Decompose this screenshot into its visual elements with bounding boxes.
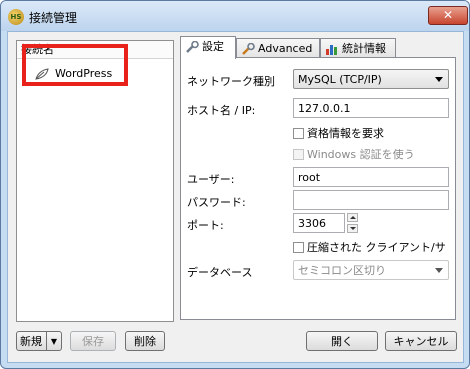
tab-settings-label: 設定 <box>202 40 224 53</box>
host-label: ホスト名 / IP: <box>187 104 256 117</box>
tab-settings[interactable]: 設定 <box>180 36 236 59</box>
compressed-protocol-label: 圧縮された クライアント/サ <box>307 241 446 254</box>
bar-chart-icon <box>326 45 337 55</box>
connection-manager-window: HS 接続管理 ✕ 接続名 WordPress 新規 ▼ 保存 削除 設定 Ad… <box>0 0 470 369</box>
open-button[interactable]: 開く <box>306 331 378 351</box>
user-input[interactable]: root <box>293 167 449 187</box>
chevron-up-icon[interactable] <box>347 213 358 222</box>
password-label: パスワード: <box>187 196 246 209</box>
tab-statistics-label: 統計情報 <box>342 42 386 55</box>
settings-panel: ネットワーク種別 MySQL (TCP/IP) ホスト名 / IP: 127.0… <box>180 57 456 320</box>
dialog-body: 接続名 WordPress 新規 ▼ 保存 削除 設定 Advanced 統計情… <box>7 31 464 363</box>
network-type-label: ネットワーク種別 <box>187 75 275 88</box>
database-placeholder: セミコロン区切り <box>298 264 386 277</box>
database-select[interactable]: セミコロン区切り <box>293 260 449 280</box>
windows-auth-checkbox[interactable]: Windows 認証を使う <box>293 146 415 162</box>
new-button[interactable]: 新規 ▼ <box>16 331 62 351</box>
highlight-box <box>22 44 128 86</box>
checkbox-box <box>293 242 304 253</box>
port-stepper[interactable] <box>347 213 358 233</box>
title-bar[interactable]: HS 接続管理 ✕ <box>1 1 469 31</box>
windows-auth-label: Windows 認証を使う <box>307 148 415 161</box>
checkbox-box <box>293 128 304 139</box>
host-input[interactable]: 127.0.0.1 <box>293 98 449 118</box>
network-type-select[interactable]: MySQL (TCP/IP) <box>293 69 449 89</box>
compressed-protocol-checkbox[interactable]: 圧縮された クライアント/サ <box>293 239 446 255</box>
tab-advanced-label: Advanced <box>258 42 313 55</box>
user-label: ユーザー: <box>187 173 235 186</box>
window-title: 接続管理 <box>29 11 78 25</box>
delete-button[interactable]: 削除 <box>125 331 165 351</box>
require-credentials-label: 資格情報を要求 <box>307 127 384 140</box>
save-button[interactable]: 保存 <box>70 331 116 351</box>
require-credentials-checkbox[interactable]: 資格情報を要求 <box>293 125 384 141</box>
wrench-icon <box>242 43 255 55</box>
new-button-label: 新規 <box>20 335 42 348</box>
chevron-down-icon <box>435 268 443 273</box>
tab-statistics[interactable]: 統計情報 <box>320 38 396 58</box>
chevron-down-icon <box>435 77 443 82</box>
checkbox-box <box>293 149 304 160</box>
database-label: データベース <box>187 266 253 279</box>
close-button[interactable]: ✕ <box>428 6 468 25</box>
app-icon: HS <box>8 9 24 25</box>
network-type-value: MySQL (TCP/IP) <box>298 73 382 86</box>
cancel-button[interactable]: キャンセル <box>385 331 457 351</box>
port-input[interactable]: 3306 <box>293 213 345 233</box>
port-label: ポート: <box>187 219 224 232</box>
password-input[interactable] <box>293 190 449 210</box>
chevron-down-icon[interactable]: ▼ <box>46 332 61 350</box>
tab-advanced[interactable]: Advanced <box>236 38 320 58</box>
wrench-icon <box>186 41 199 53</box>
chevron-down-icon[interactable] <box>347 224 358 233</box>
